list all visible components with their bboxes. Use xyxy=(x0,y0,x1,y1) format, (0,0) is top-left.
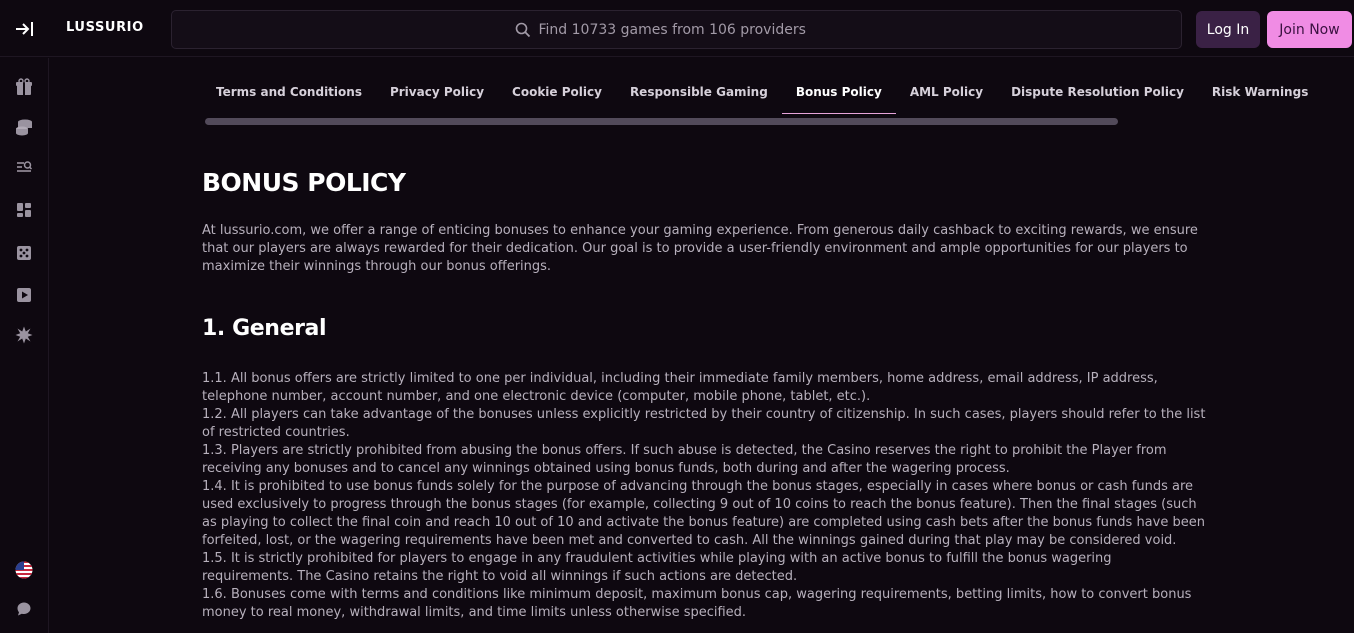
burst-icon[interactable] xyxy=(12,323,36,347)
page-title: BONUS POLICY xyxy=(202,168,406,197)
clause-item: 1.5. It is strictly prohibited for playe… xyxy=(202,551,1112,584)
policy-tabs: Terms and Conditions Privacy Policy Cook… xyxy=(202,70,1322,114)
tab-privacy-policy[interactable]: Privacy Policy xyxy=(376,70,498,114)
clause-item: 1.3. Players are strictly prohibited fro… xyxy=(202,443,1167,476)
top-bar: LUSSURIO Log In Join Now xyxy=(0,0,1354,57)
tab-dispute-resolution-policy[interactable]: Dispute Resolution Policy xyxy=(997,70,1198,114)
tab-risk-warnings[interactable]: Risk Warnings xyxy=(1198,70,1322,114)
clause-item: 1.1. All bonus offers are strictly limit… xyxy=(202,371,1158,404)
tabs-scrollbar[interactable] xyxy=(205,118,1118,125)
tab-cookie-policy[interactable]: Cookie Policy xyxy=(498,70,616,114)
policy-content: BONUS POLICY At lussurio.com, we offer a… xyxy=(202,160,1206,622)
logo[interactable]: LUSSURIO xyxy=(66,20,144,35)
tab-aml-policy[interactable]: AML Policy xyxy=(896,70,997,114)
tab-terms-and-conditions[interactable]: Terms and Conditions xyxy=(202,70,376,114)
play-icon[interactable] xyxy=(12,283,36,307)
tab-bonus-policy[interactable]: Bonus Policy xyxy=(781,70,896,114)
intro-paragraph: At lussurio.com, we offer a range of ent… xyxy=(202,223,1198,274)
clause-item: 1.2. All players can take advantage of t… xyxy=(202,407,1206,440)
grid-icon[interactable] xyxy=(12,198,36,222)
clause-list: 1.1. All bonus offers are strictly limit… xyxy=(202,370,1206,622)
sidebar xyxy=(0,58,49,633)
us-flag-icon[interactable] xyxy=(12,558,36,582)
clause-item: 1.4. It is prohibited to use bonus funds… xyxy=(202,479,1205,548)
tab-responsible-gaming[interactable]: Responsible Gaming xyxy=(616,70,782,114)
search-icon xyxy=(515,22,531,38)
join-now-button[interactable]: Join Now xyxy=(1267,11,1352,48)
search-input[interactable] xyxy=(538,21,839,38)
login-button[interactable]: Log In xyxy=(1196,11,1260,48)
section-title: 1. General xyxy=(202,316,327,341)
chat-icon[interactable] xyxy=(12,597,36,621)
search-bar[interactable] xyxy=(171,10,1182,49)
clause-item: 1.6. Bonuses come with terms and conditi… xyxy=(202,587,1192,620)
gift-icon[interactable] xyxy=(12,75,36,99)
expand-sidebar-icon[interactable] xyxy=(10,16,40,42)
search-list-icon[interactable] xyxy=(12,155,36,179)
dice-icon[interactable] xyxy=(12,241,36,265)
coins-icon[interactable] xyxy=(12,115,36,139)
